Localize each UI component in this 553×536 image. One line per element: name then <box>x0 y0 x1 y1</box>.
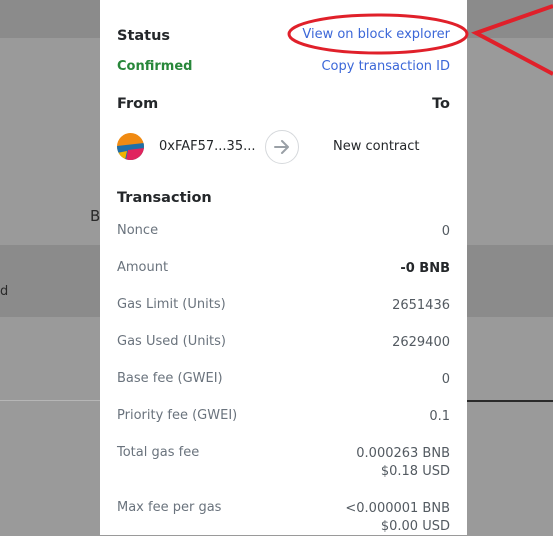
transaction-details-panel: Status View on block explorer Confirmed … <box>100 0 467 535</box>
detail-row: Max fee per gas <0.000001 BNB $0.00 USD <box>117 500 450 536</box>
detail-row: Priority fee (GWEI) 0.1 <box>117 408 450 426</box>
transaction-heading: Transaction <box>117 190 212 206</box>
gas-used-label: Gas Used (Units) <box>117 334 226 349</box>
amount-label: Amount <box>117 260 169 275</box>
base-fee-value: 0 <box>441 372 450 387</box>
detail-row: Nonce 0 <box>117 223 450 241</box>
arrow-right-icon <box>274 140 289 154</box>
avatar <box>117 133 144 160</box>
detail-row: Gas Used (Units) 2629400 <box>117 334 450 352</box>
background-text: d <box>0 284 9 299</box>
to-label: To <box>432 96 450 112</box>
from-address[interactable]: 0xFAF57...35... <box>159 139 256 154</box>
total-gas-fee-label: Total gas fee <box>117 445 200 460</box>
transaction-header: Transaction <box>117 190 450 206</box>
detail-row: Amount -0 BNB <box>117 260 450 278</box>
from-label: From <box>117 96 159 112</box>
detail-row: Base fee (GWEI) 0 <box>117 371 450 389</box>
status-row: Status View on block explorer <box>117 27 450 44</box>
nonce-value: 0 <box>441 224 450 239</box>
gas-used-value: 2629400 <box>392 335 450 350</box>
total-gas-fee-usd: $0.18 USD <box>380 464 450 479</box>
amount-value: -0 BNB <box>400 261 450 276</box>
copy-transaction-id-link[interactable]: Copy transaction ID <box>321 59 450 74</box>
max-fee-per-gas-label: Max fee per gas <box>117 500 222 515</box>
transfer-arrow <box>265 130 299 164</box>
from-to-header: From To <box>117 96 450 112</box>
status-heading: Status <box>117 28 171 44</box>
to-address: New contract <box>333 139 420 154</box>
priority-fee-label: Priority fee (GWEI) <box>117 408 238 423</box>
total-gas-fee-bnb: 0.000263 BNB <box>356 446 450 461</box>
status-confirmed-badge: Confirmed <box>117 59 193 74</box>
address-row: 0xFAF57...35... New contract <box>117 130 450 164</box>
detail-row: Total gas fee 0.000263 BNB $0.18 USD <box>117 445 450 481</box>
status-value-row: Confirmed Copy transaction ID <box>117 59 450 74</box>
background-divider <box>0 400 100 401</box>
gas-limit-label: Gas Limit (Units) <box>117 297 226 312</box>
gas-limit-value: 2651436 <box>392 298 450 313</box>
detail-row: Gas Limit (Units) 2651436 <box>117 297 450 315</box>
priority-fee-value: 0.1 <box>429 409 450 424</box>
base-fee-label: Base fee (GWEI) <box>117 371 223 386</box>
max-fee-per-gas-value: <0.000001 BNB $0.00 USD <box>345 500 450 536</box>
nonce-label: Nonce <box>117 223 159 238</box>
view-on-block-explorer-link[interactable]: View on block explorer <box>302 27 450 42</box>
max-fee-bnb: <0.000001 BNB <box>345 501 450 516</box>
background-text: B <box>90 207 101 225</box>
background-divider-dark <box>467 400 553 402</box>
max-fee-usd: $0.00 USD <box>380 519 450 534</box>
total-gas-fee-value: 0.000263 BNB $0.18 USD <box>356 445 450 481</box>
